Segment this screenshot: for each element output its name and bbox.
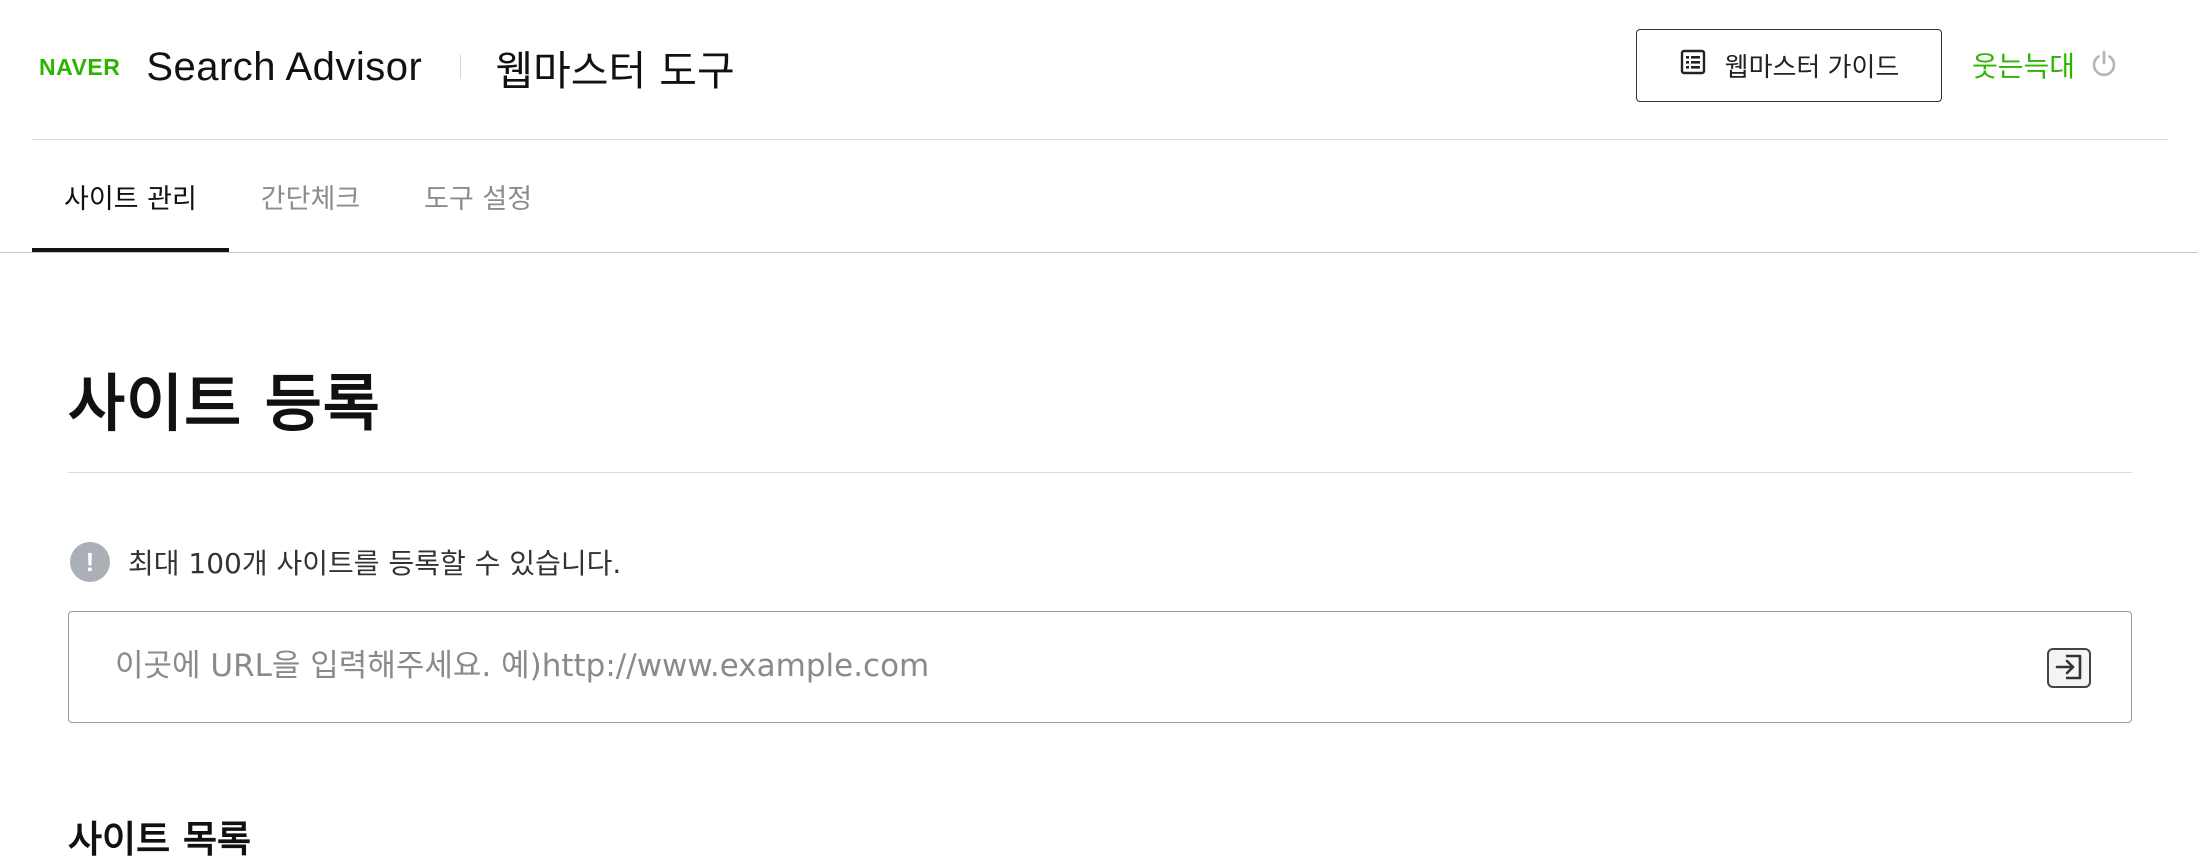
app-subtitle[interactable]: 웹마스터 도구 [495,37,734,97]
site-list-title: 사이트 목록 [68,818,252,861]
guide-button-label: 웹마스터 가이드 [1724,52,1900,82]
naver-logo[interactable]: NAVER [39,54,120,81]
brand: NAVER Search Advisor 웹마스터 도구 [39,38,735,96]
page-title: 사이트 등록 [68,367,381,440]
top-header: NAVER Search Advisor 웹마스터 도구 웹마스터 가이드 웃는… [32,0,2168,140]
user-area: 웃는늑대 [1972,40,2119,90]
webmaster-guide-button[interactable]: 웹마스터 가이드 [1636,29,1942,102]
submit-arrow-icon [2054,654,2084,683]
app-title[interactable]: Search Advisor [146,45,422,90]
site-url-input[interactable] [115,612,2015,720]
power-icon[interactable] [2089,48,2119,82]
notice: ! 최대 100개 사이트를 등록할 수 있습니다. [70,542,621,582]
tabs-divider [0,252,2198,253]
title-separator [460,55,462,79]
notice-text: 최대 100개 사이트를 등록할 수 있습니다. [128,547,622,580]
list-icon [1679,48,1707,83]
tab-tool-settings[interactable]: 도구 설정 [392,140,564,252]
title-divider [68,472,2132,473]
tab-quick-check[interactable]: 간단체크 [229,140,392,252]
tab-site-management[interactable]: 사이트 관리 [32,140,229,252]
user-name[interactable]: 웃는늑대 [1972,45,2075,85]
url-input-box [68,611,2132,723]
exclamation-icon: ! [70,542,110,582]
main-tabs: 사이트 관리 간단체크 도구 설정 [32,140,564,252]
submit-url-button[interactable] [2047,648,2091,688]
